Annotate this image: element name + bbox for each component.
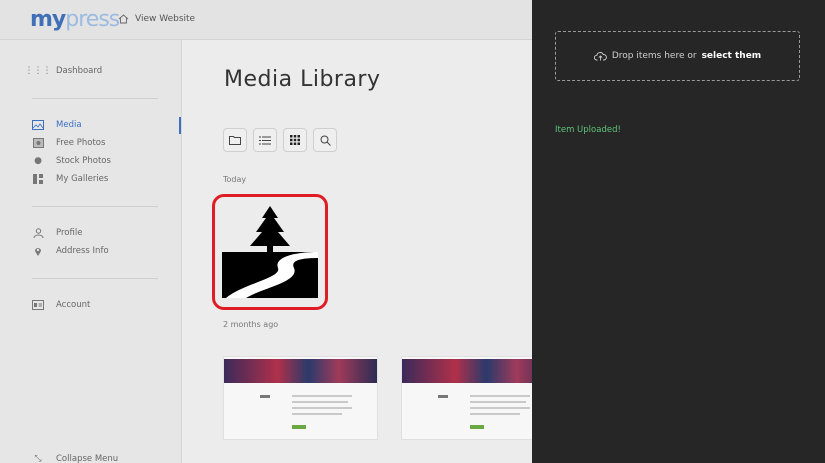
sidebar-item-my-galleries[interactable]: My Galleries (32, 174, 108, 184)
location-pin-icon (32, 246, 44, 256)
upload-status-message: Item Uploaded! (555, 125, 621, 135)
collapse-menu-button[interactable]: ⤡ Collapse Menu (32, 454, 118, 463)
sidebar-item-media[interactable]: Media (32, 120, 82, 130)
sidebar-item-address-info[interactable]: Address Info (32, 246, 109, 256)
uploaded-media-thumbnail[interactable] (212, 194, 328, 310)
galleries-icon (32, 174, 44, 184)
tree-road-image (222, 206, 318, 298)
main-content: Media Library Today 2 months ago (183, 40, 556, 463)
photo-icon (32, 138, 44, 148)
camera-icon: ● (34, 156, 42, 166)
sidebar-item-label: Address Info (56, 246, 109, 256)
cloud-upload-icon (593, 52, 607, 61)
thumbnail-text-line (292, 407, 352, 409)
thumbnail-text-line (470, 413, 520, 415)
sidebar-item-label: Account (56, 300, 91, 310)
sidebar-item-free-photos[interactable]: Free Photos (32, 138, 105, 148)
list-view-button[interactable] (253, 128, 277, 152)
top-bar: mypress View Website (0, 0, 532, 40)
sidebar-divider (32, 278, 158, 279)
view-website-link[interactable]: View Website (118, 14, 195, 24)
thumbnail-text-line (292, 413, 342, 415)
logo-my-text: my (30, 7, 66, 32)
logo-press-text: press (65, 7, 120, 32)
sidebar-item-label: Collapse Menu (56, 454, 119, 463)
media-toolbar (223, 128, 337, 152)
search-icon (320, 135, 331, 146)
sidebar-item-label: Profile (56, 228, 83, 238)
thumbnail-title-bar (260, 395, 270, 398)
sidebar-divider (32, 206, 158, 207)
thumbnail-button (292, 425, 306, 429)
thumbnail-text-line (470, 395, 530, 397)
sidebar-item-label: My Galleries (56, 174, 109, 184)
view-website-label: View Website (135, 14, 196, 24)
thumbnail-hero-image (224, 359, 377, 383)
page-title: Media Library (224, 67, 381, 92)
home-icon (118, 14, 129, 24)
section-label-2-months-ago: 2 months ago (223, 320, 279, 329)
collapse-arrows-icon: ⤡ (34, 454, 42, 463)
sidebar-item-label: Free Photos (56, 138, 106, 148)
website-screenshot-thumbnail[interactable] (223, 356, 378, 440)
thumbnail-text-line (292, 395, 352, 397)
search-button[interactable] (313, 128, 337, 152)
upload-panel: Drop items here or select them Item Uplo… (532, 0, 825, 463)
thumbnail-text-line (470, 401, 526, 403)
folder-icon (229, 136, 241, 145)
drop-zone-text: Drop items here or (611, 51, 697, 61)
thumbnail-button (470, 425, 484, 429)
drop-zone[interactable]: Drop items here or select them (555, 31, 800, 81)
sidebar-item-profile[interactable]: Profile (32, 228, 82, 238)
sidebar-divider (32, 98, 158, 99)
grid-view-icon (290, 135, 300, 145)
sidebar-item-label: Stock Photos (56, 156, 111, 166)
sidebar-item-stock-photos[interactable]: ● Stock Photos (32, 156, 111, 166)
thumbnail-text-line (470, 407, 530, 409)
thumbnail-title-bar (438, 395, 448, 398)
image-icon (32, 120, 44, 130)
thumbnail-text-line (292, 401, 348, 403)
sidebar-item-label: Media (56, 120, 82, 130)
mypress-logo[interactable]: mypress (30, 7, 120, 32)
sidebar: ⋮⋮⋮ Dashboard Media Free Photos ● Stock … (0, 40, 182, 463)
folder-button[interactable] (223, 128, 247, 152)
list-view-icon (259, 136, 271, 144)
grid-icon: ⋮⋮⋮ (24, 66, 52, 76)
id-card-icon (32, 300, 44, 310)
active-indicator (179, 117, 181, 134)
select-files-link[interactable]: select them (702, 51, 762, 61)
grid-view-button[interactable] (283, 128, 307, 152)
user-icon (32, 228, 44, 238)
sidebar-item-label: Dashboard (56, 66, 103, 76)
sidebar-item-dashboard[interactable]: ⋮⋮⋮ Dashboard (24, 66, 103, 76)
sidebar-item-account[interactable]: Account (32, 300, 90, 310)
section-label-today: Today (223, 175, 247, 184)
